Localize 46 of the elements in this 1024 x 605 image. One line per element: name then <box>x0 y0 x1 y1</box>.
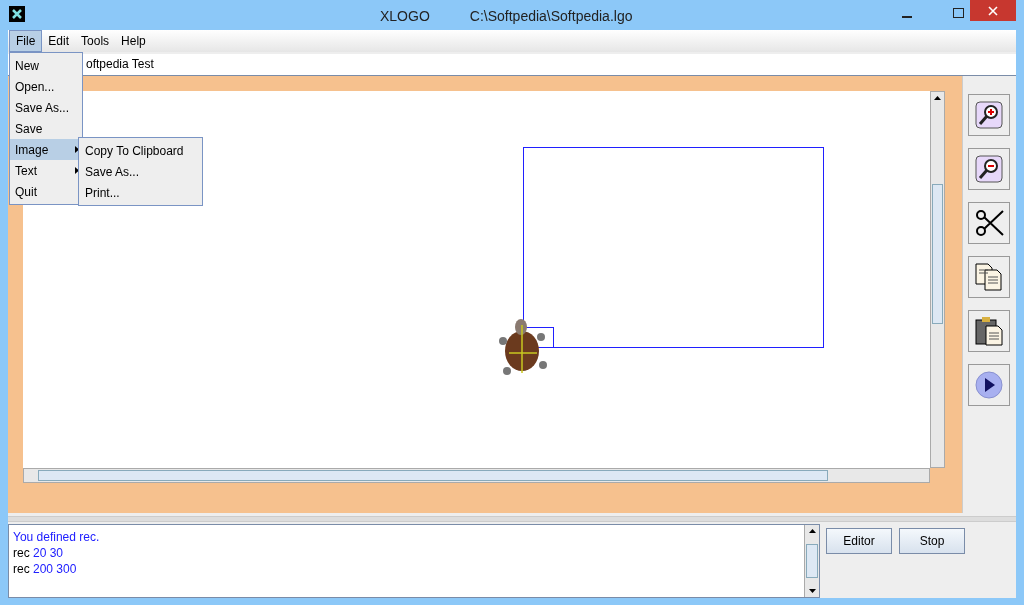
menu-item[interactable]: Tools <box>75 30 116 52</box>
zoom-out-icon <box>974 154 1003 183</box>
menu-item[interactable]: Print... <box>79 182 202 203</box>
scroll-thumb[interactable] <box>932 183 943 324</box>
play-icon <box>973 369 1004 400</box>
history-scrollbar[interactable] <box>804 525 819 597</box>
history-line: You defined rec. <box>13 529 101 545</box>
cut-button[interactable] <box>967 201 1010 244</box>
close-button[interactable] <box>970 0 1016 21</box>
zoom-in-icon <box>974 100 1003 129</box>
zoom-out-button[interactable] <box>967 147 1010 190</box>
action-button[interactable]: Stop <box>899 528 965 554</box>
app-logo-icon <box>9 6 25 22</box>
scroll-thumb[interactable] <box>38 469 828 481</box>
scissors-icon <box>973 207 1004 238</box>
vertical-scrollbar[interactable] <box>930 90 945 468</box>
scroll-down-icon[interactable] <box>808 589 816 593</box>
menu-item[interactable]: File <box>9 30 43 52</box>
menu-item[interactable]: Save <box>10 118 82 139</box>
menu-item[interactable]: Edit <box>42 30 76 52</box>
zoom-in-button[interactable] <box>967 93 1010 136</box>
run-button[interactable] <box>967 363 1010 406</box>
menu-item[interactable]: Save As... <box>79 161 202 182</box>
copy-icon <box>973 261 1004 292</box>
scroll-thumb[interactable] <box>806 544 818 578</box>
copy-button[interactable] <box>967 255 1010 298</box>
action-button[interactable]: Editor <box>826 528 892 554</box>
close-icon <box>988 5 998 16</box>
paste-icon <box>973 315 1004 346</box>
maximize-icon[interactable] <box>953 8 964 18</box>
menu-item[interactable]: Quit <box>10 181 82 202</box>
scroll-up-icon[interactable] <box>808 529 816 533</box>
command-text: oftpedia Test <box>86 56 154 74</box>
history-line: rec 20 30 <box>13 545 65 561</box>
paste-button[interactable] <box>967 309 1010 352</box>
menu-item[interactable]: Open... <box>10 76 82 97</box>
turtle-drawing <box>499 318 547 375</box>
menu-item[interactable]: New <box>10 55 82 76</box>
window-title: XLOGO <box>380 7 430 26</box>
history-line: rec 200 300 <box>13 561 78 577</box>
menu-item[interactable]: Text <box>10 160 82 181</box>
file-path: C:\Softpedia\Softpedia.lgo <box>469 7 633 26</box>
scroll-up-icon[interactable] <box>934 95 941 100</box>
menu-item[interactable]: Help <box>115 30 152 52</box>
menu-item[interactable]: Copy To Clipboard <box>79 140 202 161</box>
menu-item[interactable]: Save As... <box>10 97 82 118</box>
